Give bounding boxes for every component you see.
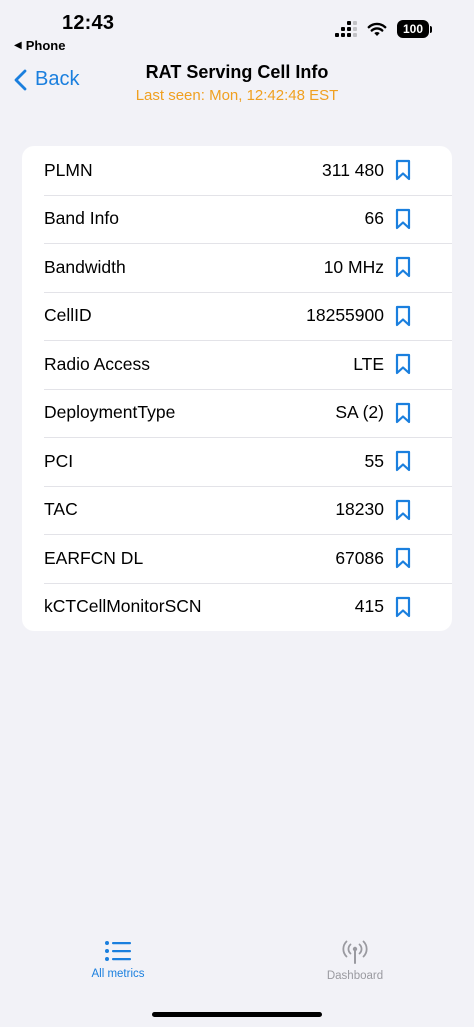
- antenna-icon: [342, 940, 368, 964]
- bookmark-icon[interactable]: [394, 159, 412, 181]
- cell-info-card: PLMN 311 480 Band Info 66 Bandwidth 10 MHz Cel…: [22, 146, 452, 631]
- info-row: PCI 55: [22, 437, 452, 486]
- row-value: SA (2): [335, 402, 384, 423]
- row-label: CellID: [44, 305, 92, 326]
- bookmark-icon[interactable]: [394, 256, 412, 278]
- row-value: 66: [364, 208, 384, 229]
- home-indicator[interactable]: [152, 1012, 322, 1017]
- cellular-signal-icon: [334, 21, 357, 37]
- back-to-app-link[interactable]: ◀ Phone: [14, 38, 65, 53]
- info-row: EARFCN DL 67086: [22, 534, 452, 583]
- tab-all-metrics-label: All metrics: [91, 968, 145, 980]
- tab-dashboard-label: Dashboard: [326, 970, 384, 982]
- chevron-left-icon: [14, 69, 27, 90]
- info-row: CellID 18255900: [22, 291, 452, 341]
- bookmark-icon[interactable]: [394, 402, 412, 424]
- row-label: TAC: [44, 499, 78, 520]
- row-value: 55: [364, 450, 384, 471]
- row-label: PCI: [44, 450, 74, 471]
- info-row: Bandwidth 10 MHz: [22, 243, 452, 292]
- back-button[interactable]: Back: [14, 68, 79, 91]
- list-icon: [105, 941, 131, 961]
- row-label: kCTCellMonitorSCN: [44, 596, 202, 617]
- battery-icon: 100: [396, 20, 432, 38]
- status-bar: 12:43 ◀ Phone 100: [0, 0, 474, 56]
- bookmark-icon[interactable]: [394, 596, 412, 618]
- row-value: 415: [354, 596, 384, 617]
- bookmark-icon[interactable]: [394, 353, 412, 375]
- row-value: 18230: [335, 499, 384, 520]
- tab-dashboard[interactable]: Dashboard: [322, 940, 388, 982]
- tab-all-metrics[interactable]: All metrics: [85, 940, 151, 980]
- row-value: 311 480: [322, 159, 384, 180]
- battery-level: 100: [396, 20, 429, 38]
- info-row: Radio Access LTE: [22, 340, 452, 389]
- info-row: DeploymentType SA (2): [22, 388, 452, 438]
- info-row: PLMN 311 480: [22, 146, 452, 195]
- bookmark-icon[interactable]: [394, 547, 412, 569]
- row-value: 10 MHz: [323, 256, 384, 277]
- row-label: EARFCN DL: [44, 547, 144, 568]
- bookmark-icon[interactable]: [394, 305, 412, 327]
- row-label: PLMN: [44, 159, 93, 180]
- info-row: TAC 18230: [22, 485, 452, 535]
- row-label: Band Info: [44, 208, 119, 229]
- tab-bar: All metrics Dashboard: [0, 940, 474, 1000]
- back-app-label: Phone: [25, 38, 66, 53]
- row-label: Bandwidth: [44, 256, 126, 277]
- info-row: kCTCellMonitorSCN 415: [22, 582, 452, 632]
- status-time: 12:43: [62, 12, 115, 34]
- wifi-icon: [367, 22, 387, 36]
- navigation-bar: RAT Serving Cell Info Last seen: Mon, 12…: [0, 56, 474, 116]
- row-label: DeploymentType: [44, 402, 176, 423]
- row-value: LTE: [353, 353, 384, 374]
- row-value: 67086: [335, 547, 384, 568]
- info-row: Band Info 66: [22, 194, 452, 244]
- bookmark-icon[interactable]: [394, 499, 412, 521]
- back-triangle-icon: ◀: [14, 40, 22, 51]
- row-value: 18255900: [306, 305, 384, 326]
- row-label: Radio Access: [44, 353, 151, 374]
- bookmark-icon[interactable]: [394, 450, 412, 472]
- bookmark-icon[interactable]: [394, 208, 412, 230]
- status-icons: 100: [334, 20, 432, 38]
- back-button-label: Back: [35, 68, 80, 90]
